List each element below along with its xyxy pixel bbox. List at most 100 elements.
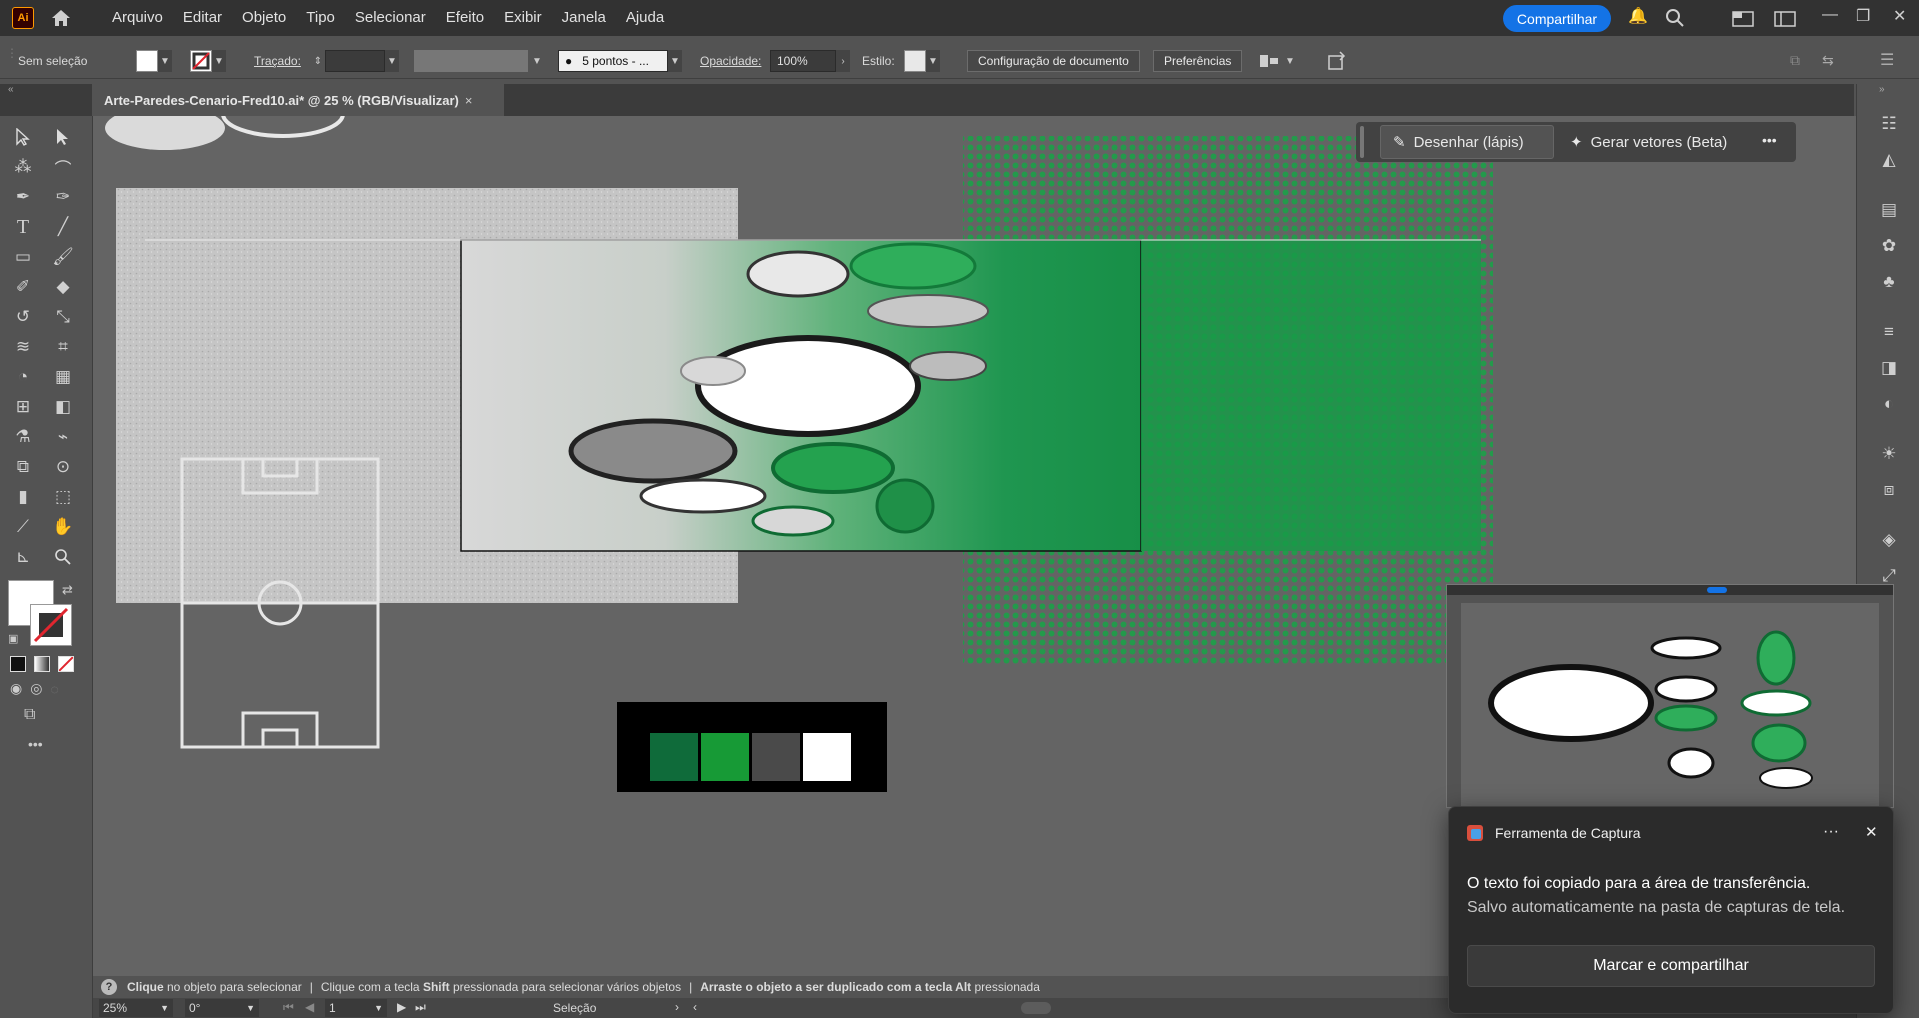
mark-and-share-button[interactable]: Marcar e compartilhar [1467, 945, 1875, 987]
default-colors-icon[interactable]: ▣ [8, 632, 18, 645]
swap-colors-icon[interactable]: ⇄ [62, 582, 73, 598]
last-artboard-icon[interactable]: ⏭ [415, 1000, 426, 1015]
eraser-icon[interactable]: ◆ [48, 272, 78, 302]
shaper-tool-icon[interactable]: ✐ [8, 272, 38, 302]
stroke-panel-icon[interactable]: ≡ [1875, 318, 1903, 346]
grip-handle[interactable] [1360, 126, 1364, 158]
warp-tool-icon[interactable]: ≋ [8, 332, 38, 362]
chevron-down-icon[interactable]: ▼ [1283, 50, 1297, 72]
shape-builder-icon[interactable]: ◔ [8, 362, 38, 392]
magic-wand-icon[interactable]: ⁂ [8, 152, 38, 182]
transparency-icon[interactable]: ◐ [1875, 390, 1903, 418]
first-artboard-icon[interactable]: ⏮ [283, 1000, 294, 1015]
menu-selecionar[interactable]: Selecionar [345, 0, 436, 36]
chevron-down-icon[interactable]: ▼ [926, 50, 940, 72]
rotate-tool-icon[interactable]: ↺ [8, 302, 38, 332]
align-icon[interactable] [1258, 52, 1280, 73]
layers-icon[interactable]: ◈ [1875, 526, 1903, 554]
preferences-button[interactable]: Preferências [1153, 50, 1243, 72]
chevron-down-icon[interactable]: ▼ [385, 50, 399, 72]
transform-icon[interactable]: ⧉ [1790, 52, 1800, 69]
chevron-down-icon[interactable]: ▼ [668, 50, 682, 72]
style-control[interactable]: ▼ [904, 50, 940, 72]
home-icon[interactable] [50, 8, 72, 33]
stepper-icon[interactable]: ⇕ [311, 50, 325, 72]
eyedropper-icon[interactable]: ⚗ [8, 422, 38, 452]
line-tool-icon[interactable]: ╱ [48, 212, 78, 242]
opacity-input[interactable]: 100% [770, 50, 836, 72]
draw-pencil-button[interactable]: ✎ Desenhar (lápis) [1380, 125, 1554, 159]
graphic-styles-icon[interactable]: ⧈ [1875, 476, 1903, 504]
paintbrush-icon[interactable]: 🖌 [48, 242, 78, 272]
scale-tool-icon[interactable]: ⤡ [48, 302, 78, 332]
hand-tool-icon[interactable]: ✋ [48, 512, 78, 542]
help-icon[interactable]: ? [101, 979, 117, 995]
capture-preview[interactable] [1446, 584, 1894, 808]
free-transform-icon[interactable]: ⌗ [48, 332, 78, 362]
style-swatch[interactable] [904, 50, 926, 72]
share-button[interactable]: Compartilhar [1503, 5, 1611, 32]
libraries-icon[interactable]: ◭ [1875, 146, 1903, 174]
chevron-down-icon[interactable]: ▼ [374, 1003, 383, 1013]
stroke-label[interactable]: Traçado: [254, 54, 301, 68]
direct-selection-tool-icon[interactable] [48, 122, 78, 152]
menu-editar[interactable]: Editar [173, 0, 232, 36]
brushes-icon[interactable]: ✿ [1875, 232, 1903, 260]
menu-objeto[interactable]: Objeto [232, 0, 296, 36]
next-artboard-icon[interactable]: ▶ [397, 1000, 406, 1014]
edit-toolbar-icon[interactable]: ••• [28, 736, 43, 752]
selection-tool-icon[interactable] [8, 122, 38, 152]
more-options-icon[interactable]: ••• [1762, 132, 1777, 148]
pen-tool-icon[interactable]: ✒ [8, 182, 38, 212]
draw-behind-icon[interactable]: ◎ [30, 680, 42, 697]
symbol-sprayer-icon[interactable]: ⊙ [48, 452, 78, 482]
chevron-down-icon[interactable]: ▼ [246, 1003, 255, 1013]
lasso-icon[interactable]: ⌒ [48, 152, 78, 182]
arrange-docs-icon[interactable]: ⇆ [1822, 52, 1834, 69]
variable-width-profile[interactable] [414, 50, 528, 72]
toast-close-icon[interactable]: ✕ [1865, 823, 1878, 841]
brush-control[interactable]: ● 5 pontos - ... ▼ [558, 50, 682, 72]
scroll-left-icon[interactable]: ‹ [693, 1000, 697, 1014]
prev-artboard-icon[interactable]: ◀ [305, 1000, 314, 1014]
restore-icon[interactable]: ❐ [1856, 6, 1870, 26]
chevron-down-icon[interactable]: ▼ [212, 50, 226, 72]
perspective-grid-icon[interactable]: ▦ [48, 362, 78, 392]
document-tab[interactable]: Arte-Paredes-Cenario-Fred10.ai* @ 25 % (… [92, 84, 504, 116]
chevron-down-icon[interactable]: ▼ [530, 50, 544, 72]
collapse-icon[interactable]: « [8, 84, 14, 95]
draw-inside-icon[interactable]: ◌ [50, 681, 58, 697]
toast-more-icon[interactable]: ··· [1823, 823, 1839, 841]
expand-panels-icon[interactable]: » [1879, 84, 1885, 95]
blend-tool-icon[interactable]: ⧉ [8, 452, 38, 482]
menu-icon[interactable]: ☰ [1880, 50, 1894, 70]
menu-tipo[interactable]: Tipo [296, 0, 345, 36]
menu-exibir[interactable]: Exibir [494, 0, 552, 36]
menu-janela[interactable]: Janela [552, 0, 616, 36]
screen-mode-icon[interactable]: ⧉ [24, 706, 35, 724]
menu-arquivo[interactable]: Arquivo [102, 0, 173, 36]
type-tool-icon[interactable]: T [8, 212, 38, 242]
symbols-icon[interactable]: ♣ [1875, 268, 1903, 296]
search-icon[interactable] [1665, 8, 1685, 33]
stroke-swatch[interactable] [190, 50, 212, 72]
close-window-icon[interactable]: ✕ [1893, 6, 1906, 26]
properties-icon[interactable]: ☷ [1875, 110, 1903, 138]
generate-vectors-button[interactable]: ✦ Gerar vetores (Beta) [1558, 125, 1754, 159]
artboard-tool-icon[interactable]: ⬚ [48, 482, 78, 512]
gradient-mode-icon[interactable] [34, 656, 50, 672]
horizontal-scrollbar-thumb[interactable] [1021, 1002, 1051, 1014]
none-mode-icon[interactable] [58, 656, 74, 672]
rotation-field[interactable]: 0° ▼ [185, 999, 259, 1017]
graph-tool-icon[interactable]: ▮ [8, 482, 38, 512]
recolor-icon[interactable] [1326, 50, 1348, 75]
chevron-right-icon[interactable]: › [836, 50, 850, 72]
gradient-tool-icon[interactable]: ◧ [48, 392, 78, 422]
arrange-icon[interactable] [1774, 11, 1796, 32]
opacity-label[interactable]: Opacidade: [700, 54, 761, 68]
stroke-color-box[interactable] [30, 604, 72, 646]
chevron-down-icon[interactable]: ▼ [158, 50, 172, 72]
fill-swatch[interactable] [136, 50, 158, 72]
close-tab-icon[interactable]: × [465, 93, 473, 108]
slice-tool-icon[interactable]: ⟋ [8, 512, 38, 542]
